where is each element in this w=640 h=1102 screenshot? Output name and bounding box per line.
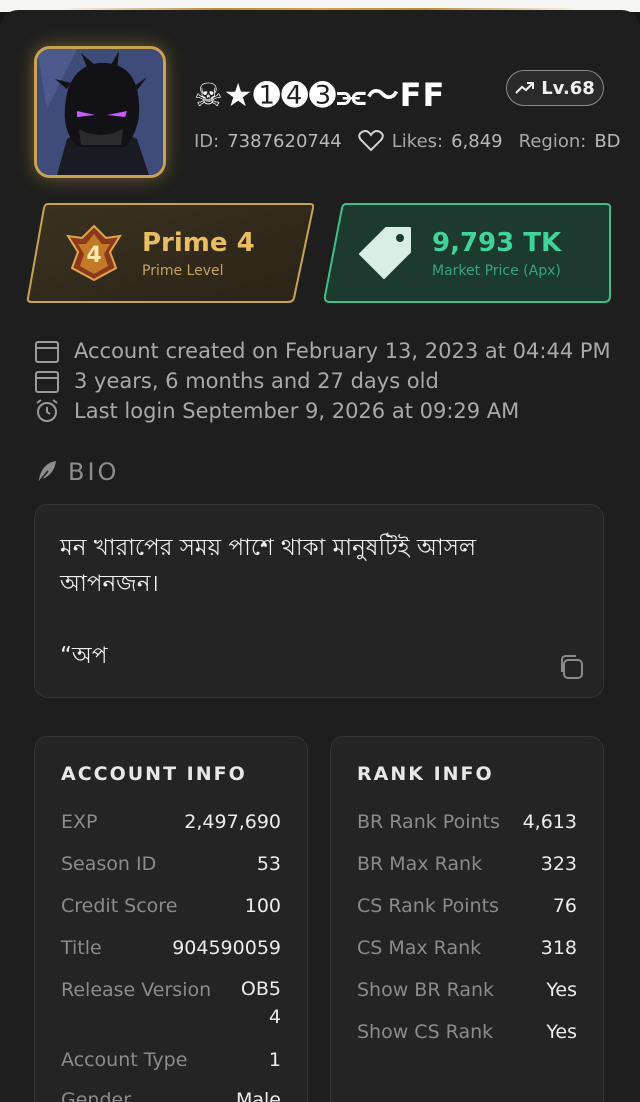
account-info-panel: ACCOUNT INFO EXP 2,497,690 Season ID 53 … xyxy=(34,736,308,1102)
row-value: 4,613 xyxy=(522,811,577,833)
account-created-text: Account created on February 13, 2023 at … xyxy=(74,339,611,363)
prime-subtitle: Prime Level xyxy=(142,263,224,279)
account-age-line: 3 years, 6 months and 27 days old xyxy=(34,368,439,394)
avatar[interactable] xyxy=(34,46,166,178)
price-tag-icon xyxy=(359,227,411,279)
calendar-icon xyxy=(35,341,59,363)
heart-icon[interactable] xyxy=(358,130,384,152)
trending-up-icon xyxy=(515,82,535,94)
info-row-title: Title 904590059 xyxy=(61,937,281,959)
info-row-credit-score: Credit Score 100 xyxy=(61,895,281,917)
likes-value: 6,849 xyxy=(451,130,503,152)
row-value: Yes xyxy=(546,979,577,1001)
row-label: Release Version xyxy=(61,979,212,1001)
row-value: 53 xyxy=(256,853,281,875)
info-row-season-id: Season ID 53 xyxy=(61,853,281,875)
level-text: Lv.68 xyxy=(541,77,595,99)
last-login-line: Last login September 9, 2026 at 09:29 AM xyxy=(34,398,519,424)
region-value: BD xyxy=(594,130,621,152)
account-info-title: ACCOUNT INFO xyxy=(61,763,247,785)
account-age-text: 3 years, 6 months and 27 days old xyxy=(74,369,439,393)
row-label: Show BR Rank xyxy=(357,979,495,1001)
avatar-art xyxy=(37,49,163,175)
id-label: ID: xyxy=(194,130,220,152)
rank-row-br-max: BR Max Rank 323 xyxy=(357,853,577,875)
row-label: Credit Score xyxy=(61,895,178,917)
row-value: 323 xyxy=(540,853,577,875)
row-value: 904590059 xyxy=(172,937,281,959)
alarm-clock-icon xyxy=(36,399,58,422)
row-value: 1 xyxy=(268,1049,281,1071)
row-label: Account Type xyxy=(61,1049,188,1071)
rank-info-title: RANK INFO xyxy=(357,763,494,785)
info-row-gender: Gender Male xyxy=(61,1089,281,1102)
rank-row-cs-points: CS Rank Points 76 xyxy=(357,895,577,917)
last-login-text: Last login September 9, 2026 at 09:29 AM xyxy=(74,399,520,423)
likes-label: Likes: xyxy=(391,130,444,152)
row-label: CS Max Rank xyxy=(357,937,482,959)
calendar-icon xyxy=(35,371,59,393)
row-label: BR Max Rank xyxy=(357,853,483,875)
row-value: 100 xyxy=(244,895,281,917)
rank-row-show-cs: Show CS Rank Yes xyxy=(357,1021,577,1043)
rank-row-br-points: BR Rank Points 4,613 xyxy=(357,811,577,833)
row-value: 318 xyxy=(540,937,577,959)
bio-heading: BIO xyxy=(34,458,119,486)
row-label: CS Rank Points xyxy=(357,895,499,917)
prime-emblem-icon: 4 xyxy=(66,224,122,282)
row-value: 76 xyxy=(552,895,577,917)
info-row-exp: EXP 2,497,690 xyxy=(61,811,281,833)
username: ☠★➊➍➌⫘〜FF xyxy=(194,76,446,114)
info-row-account-type: Account Type 1 xyxy=(61,1049,281,1071)
rank-row-cs-max: CS Max Rank 318 xyxy=(357,937,577,959)
row-label: Show CS Rank xyxy=(357,1021,494,1043)
prime-level-number: 4 xyxy=(86,243,101,268)
info-row-release-version: Release Version OB5 4 xyxy=(61,978,281,1031)
row-label: Gender xyxy=(61,1089,132,1102)
market-price-value: 9,793 TK xyxy=(432,228,562,258)
row-label: BR Rank Points xyxy=(357,811,500,833)
bio-heading-text: BIO xyxy=(68,458,120,486)
row-label: Title xyxy=(61,937,102,959)
row-value: OB5 4 xyxy=(240,978,281,1028)
feather-pen-icon xyxy=(37,461,56,484)
row-label: EXP xyxy=(61,811,98,833)
copy-icon[interactable] xyxy=(556,652,586,682)
level-badge: Lv.68 xyxy=(506,70,604,106)
market-price-subtitle: Market Price (Apx) xyxy=(432,263,561,279)
account-created-line: Account created on February 13, 2023 at … xyxy=(34,338,611,364)
rank-row-show-br: Show BR Rank Yes xyxy=(357,979,577,1001)
prime-title: Prime 4 xyxy=(142,228,255,258)
row-label: Season ID xyxy=(61,853,157,875)
row-value: Male xyxy=(235,1089,281,1102)
id-value[interactable]: 7387620744 xyxy=(227,131,342,152)
row-value: 2,497,690 xyxy=(184,811,281,833)
row-value: Yes xyxy=(546,1021,577,1043)
region-label: Region: xyxy=(518,130,587,152)
rank-info-panel: RANK INFO BR Rank Points 4,613 BR Max Ra… xyxy=(330,736,604,1102)
bio-text: মন খারাপের সময় পাশে থাকা মানুষটিই আসল আ… xyxy=(60,535,477,669)
profile-meta: ID: 7387620744 Likes: 6,849 Region: BD xyxy=(194,130,621,152)
